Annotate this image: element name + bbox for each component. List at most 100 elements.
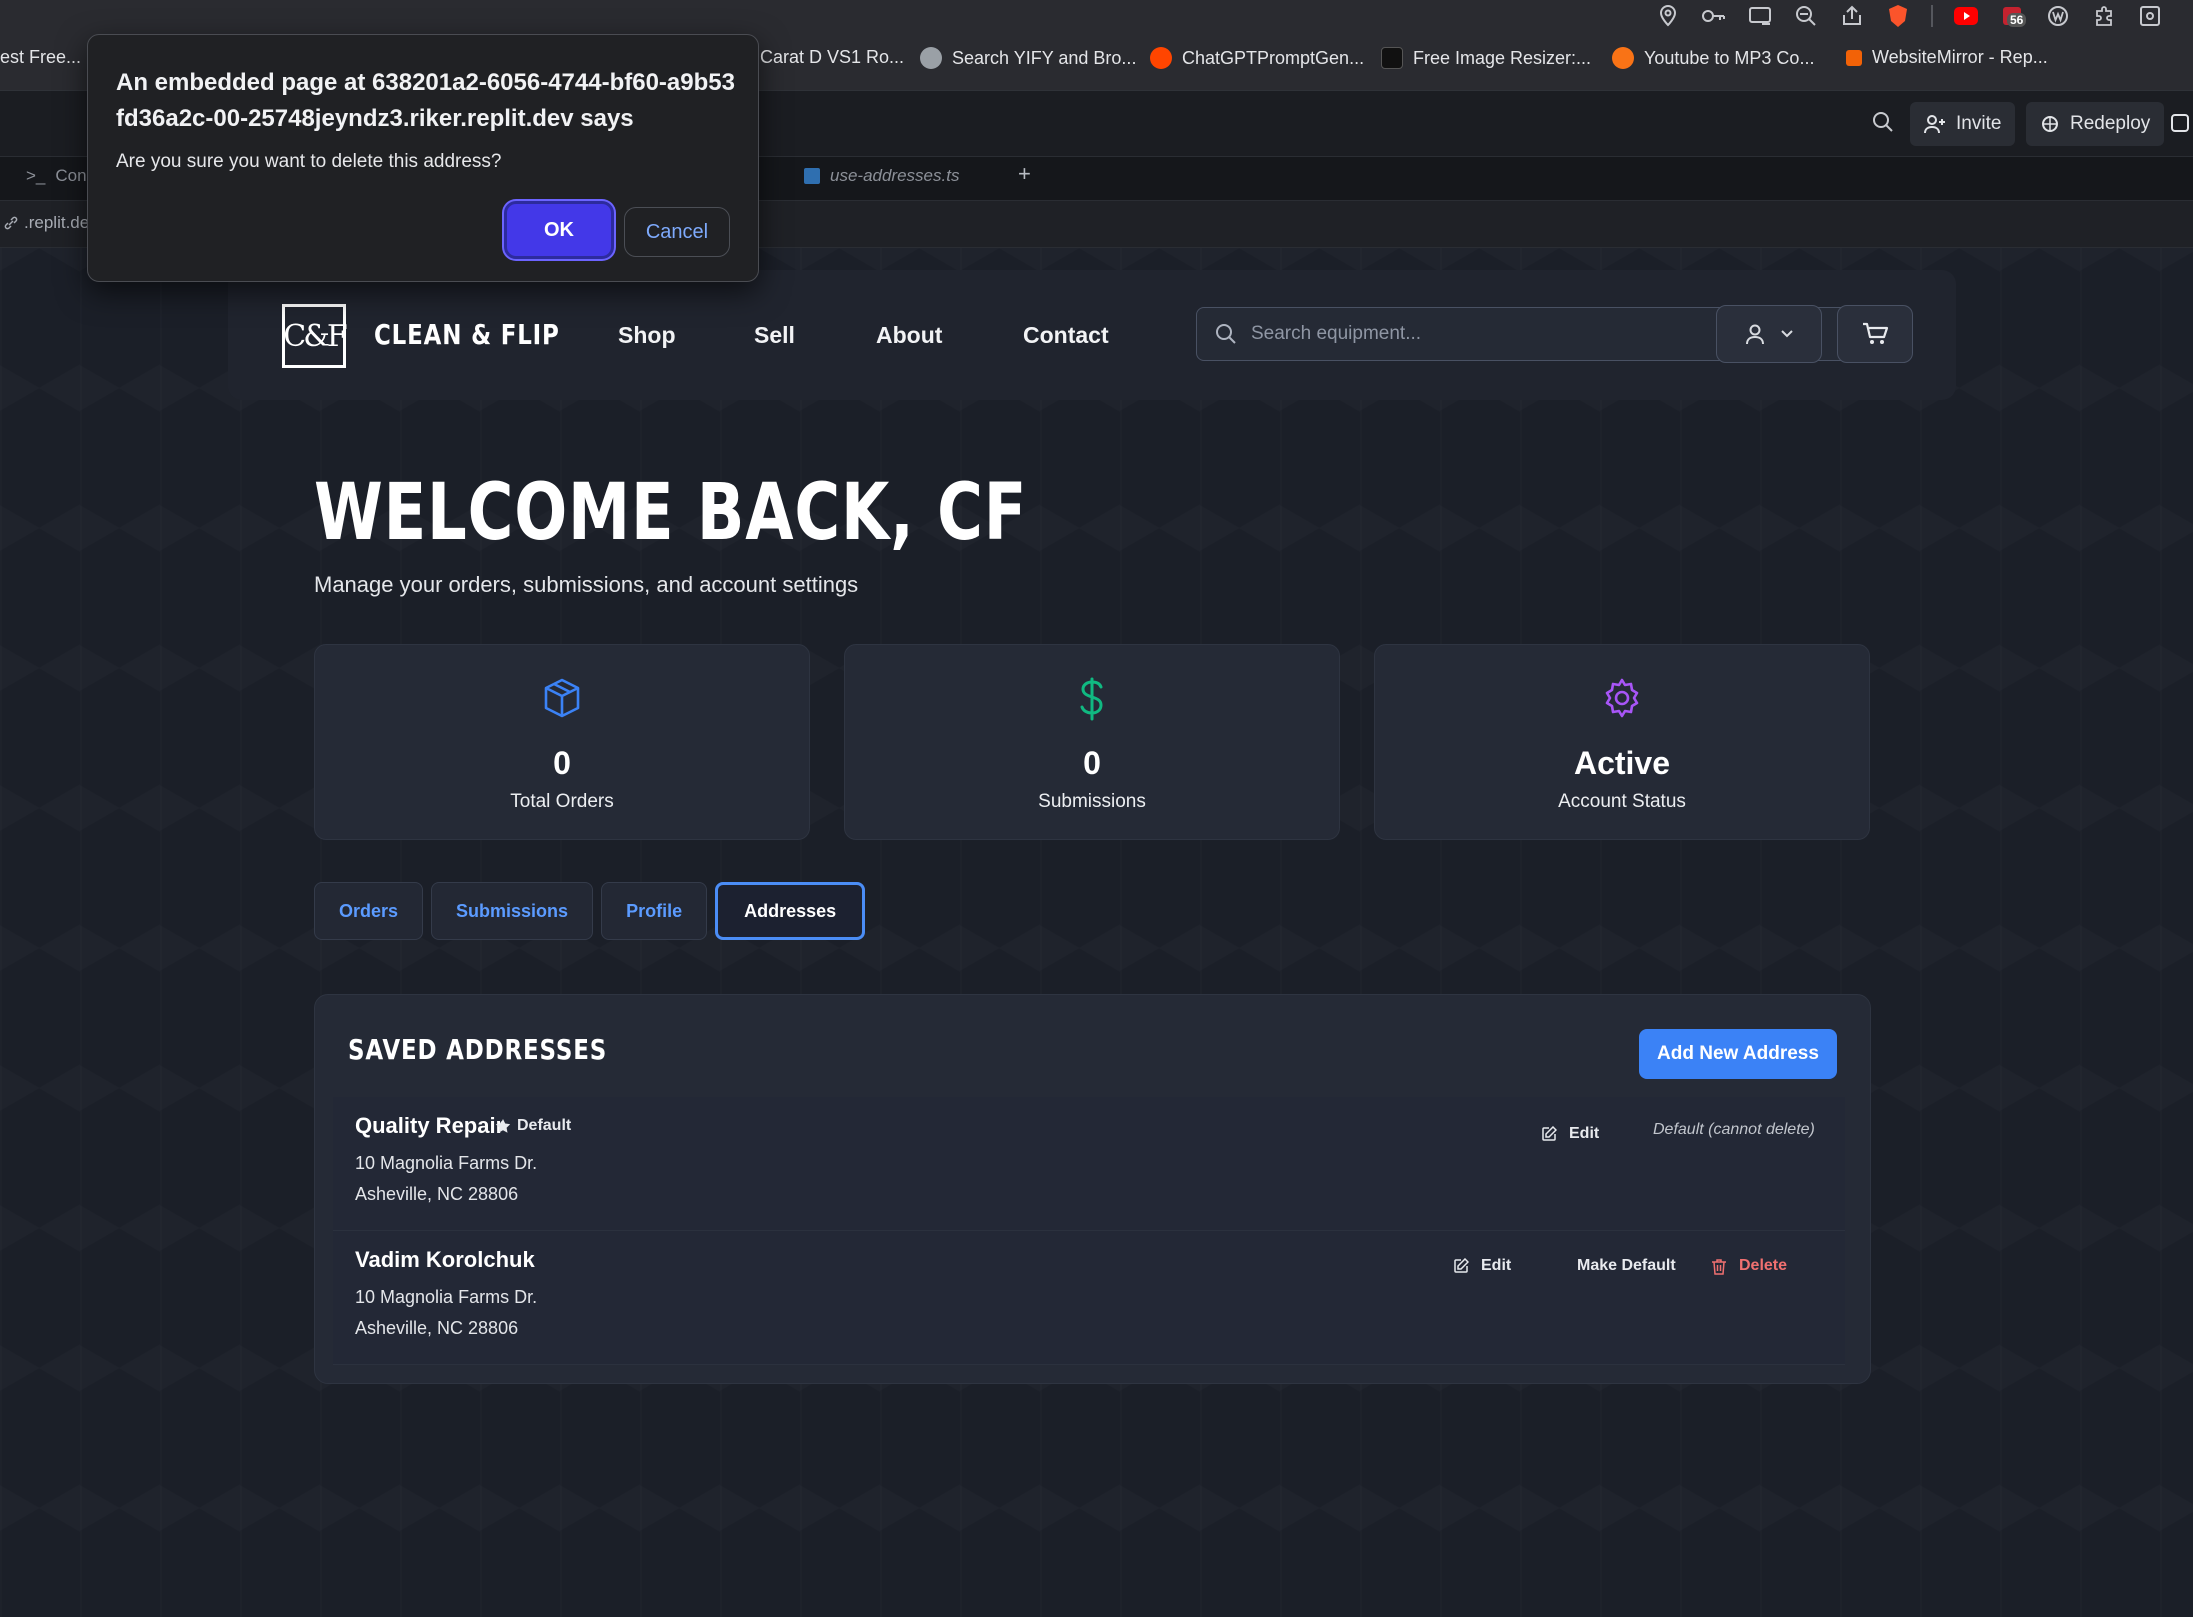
make-default-label: Make Default: [1577, 1257, 1676, 1274]
dialog-message: Are you sure you want to delete this add…: [116, 151, 502, 172]
youtube-mp3-icon: [1612, 47, 1634, 69]
search-icon[interactable]: [1872, 111, 1894, 133]
stat-label: Total Orders: [510, 791, 614, 812]
window-icon[interactable]: [2170, 113, 2190, 133]
dollar-icon: [1077, 677, 1107, 721]
user-icon: [1746, 324, 1764, 345]
nav-sell[interactable]: Sell: [754, 322, 795, 349]
redeploy-label: Redeploy: [2070, 113, 2151, 134]
stat-card-orders: 0 Total Orders: [314, 644, 810, 840]
location-icon[interactable]: [1655, 3, 1681, 29]
stat-value: 0: [1083, 745, 1101, 781]
gear-icon: [1601, 677, 1643, 719]
cannot-delete-note: Default (cannot delete): [1653, 1121, 1815, 1138]
redeploy-button[interactable]: Redeploy: [2026, 102, 2165, 146]
add-user-icon: [1924, 115, 1945, 134]
tab-submissions[interactable]: Submissions: [431, 882, 594, 940]
url-display[interactable]: .replit.de: [4, 213, 89, 233]
redeploy-icon: [2042, 116, 2058, 132]
address-name: Vadim Korolchuk: [355, 1247, 535, 1272]
edit-button[interactable]: Edit: [1453, 1257, 1511, 1275]
cast-icon[interactable]: [1747, 3, 1773, 29]
toolbar-divider: [1931, 5, 1933, 27]
brave-shield-icon[interactable]: [1885, 3, 1911, 29]
bookmark-label: est Free...: [0, 47, 82, 67]
pdf-extension-icon[interactable]: 56: [1999, 3, 2027, 29]
cart-button[interactable]: [1837, 305, 1913, 363]
zoom-out-icon[interactable]: [1793, 3, 1819, 29]
cart-icon: [1863, 322, 1889, 344]
share-icon[interactable]: [1839, 3, 1865, 29]
logo-text[interactable]: CLEAN & FLIP: [374, 318, 560, 351]
replit-icon: [1846, 49, 1862, 66]
bookmark-item[interactable]: Search YIFY and Bro...: [920, 47, 1136, 69]
chevron-down-icon: [1781, 330, 1793, 338]
extension-badge: 56: [2007, 13, 2027, 27]
cancel-button[interactable]: Cancel: [624, 207, 730, 257]
browser-toolbar: 56: [0, 0, 2193, 32]
key-icon[interactable]: [1701, 3, 1727, 29]
tab-addresses[interactable]: Addresses: [715, 882, 866, 940]
add-new-address-button[interactable]: Add New Address: [1639, 1029, 1837, 1079]
tab-profile[interactable]: Profile: [601, 882, 708, 940]
w-extension-icon[interactable]: [2045, 3, 2071, 29]
user-menu-button[interactable]: [1716, 305, 1822, 363]
tab-label: use-addresses.ts: [830, 166, 960, 185]
address-line-2: Asheville, NC 28806: [355, 1184, 519, 1204]
new-tab-button[interactable]: +: [1018, 161, 1031, 187]
dashboard-tabs: Orders Submissions Profile Addresses: [314, 882, 866, 940]
bookmark-item[interactable]: Free Image Resizer:...: [1381, 47, 1591, 69]
bookmark-item[interactable]: WebsiteMirror - Rep...: [1846, 47, 2048, 68]
new-tab-label: +: [1018, 161, 1031, 186]
puzzle-extensions-icon[interactable]: [2091, 3, 2117, 29]
make-default-button[interactable]: Make Default: [1577, 1257, 1676, 1275]
star-icon: [495, 1119, 511, 1133]
terminal-icon: >_: [26, 166, 46, 185]
invite-button[interactable]: Invite: [1910, 102, 2016, 146]
stat-card-submissions: 0 Submissions: [844, 644, 1340, 840]
typescript-icon: [804, 168, 820, 184]
nav-contact[interactable]: Contact: [1023, 322, 1109, 349]
delete-button[interactable]: Delete: [1711, 1257, 1787, 1275]
tab-label: Con: [55, 166, 87, 185]
edit-button[interactable]: Edit: [1541, 1125, 1599, 1143]
url-text: .replit.de: [24, 213, 90, 232]
image-resizer-icon: [1381, 47, 1403, 69]
stat-label: Submissions: [1038, 791, 1146, 812]
address-line-1: 10 Magnolia Farms Dr.: [355, 1287, 538, 1307]
link-icon: [4, 216, 18, 230]
invite-label: Invite: [1956, 113, 2002, 134]
delete-label: Delete: [1739, 1257, 1788, 1274]
site-viewport: C&F CLEAN & FLIP Shop Sell About Contact…: [0, 248, 2193, 1617]
page-subtitle: Manage your orders, submissions, and acc…: [314, 572, 859, 597]
bookmark-label: WebsiteMirror - Rep...: [1872, 47, 2048, 67]
edit-icon: [1542, 1126, 1557, 1141]
confirm-dialog: An embedded page at 638201a2-6056-4744-b…: [87, 34, 759, 282]
saved-addresses-card: SAVED ADDRESSES Add New Address Quality …: [314, 994, 1871, 1384]
address-name: Quality Repair: [355, 1113, 505, 1138]
site-header: C&F CLEAN & FLIP Shop Sell About Contact: [228, 270, 1956, 400]
ok-button[interactable]: OK: [504, 201, 614, 259]
address-item: Quality Repair Default 10 Magnolia Farms…: [333, 1097, 1845, 1231]
edit-label: Edit: [1481, 1257, 1512, 1274]
bookmark-item[interactable]: ChatGPTPromptGen...: [1150, 47, 1364, 69]
bookmark-label: Free Image Resizer:...: [1413, 47, 1592, 68]
tab-use-addresses[interactable]: use-addresses.ts: [804, 166, 959, 186]
default-badge: Default: [495, 1117, 571, 1135]
bookmark-item[interactable]: Carat D VS1 Ro...: [760, 47, 904, 68]
nav-shop[interactable]: Shop: [618, 322, 676, 349]
page-title: WELCOME BACK, CF: [314, 468, 1028, 558]
bookmark-item[interactable]: est Free...: [0, 47, 81, 68]
screenshot-icon[interactable]: [2137, 3, 2163, 29]
bookmark-label: ChatGPTPromptGen...: [1182, 47, 1365, 68]
logo-mark[interactable]: C&F: [282, 304, 348, 368]
bookmark-label: Youtube to MP3 Co...: [1644, 47, 1815, 68]
extension-icons: 56: [1655, 0, 2193, 32]
bookmark-item[interactable]: Youtube to MP3 Co...: [1612, 47, 1814, 69]
section-title: SAVED ADDRESSES: [348, 1033, 608, 1066]
tab-console[interactable]: >_ Con: [26, 166, 87, 186]
default-badge-label: Default: [517, 1117, 572, 1134]
youtube-extension-icon[interactable]: [1953, 3, 1979, 29]
tab-orders[interactable]: Orders: [314, 882, 424, 940]
nav-about[interactable]: About: [876, 322, 942, 349]
